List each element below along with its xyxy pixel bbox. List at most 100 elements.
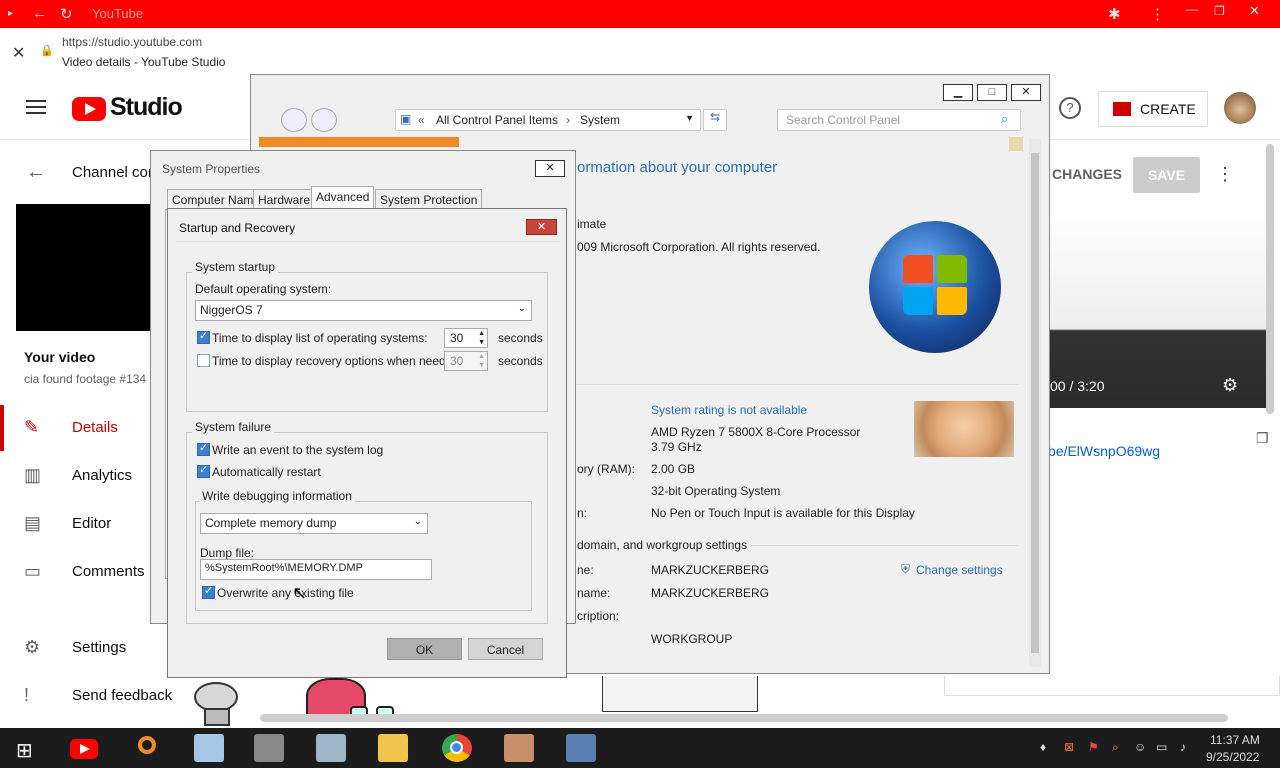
video-settings-icon[interactable]: ⚙ [1222,375,1238,396]
chrome-icon[interactable] [442,734,472,762]
tray-icon[interactable]: ⊠ [1064,740,1074,754]
breadcrumb-item[interactable]: System [580,113,620,127]
extension-icon[interactable]: ✱ [1108,5,1121,23]
default-os-select[interactable]: NiggerOS 7 ⌄ [195,300,532,321]
computer-name-label: ne: [577,563,594,577]
search-icon[interactable] [132,734,162,762]
cp-forward-icon[interactable] [311,108,337,132]
feedback-icon: ! [24,685,30,705]
display-list-checkbox[interactable] [197,329,210,344]
cp-scrollbar[interactable] [1029,139,1041,667]
undo-changes-button[interactable]: CHANGES [1052,166,1122,182]
paint-icon[interactable] [316,734,346,762]
video-preview[interactable]: 00 / 3:20 ⚙ [1048,210,1266,408]
file-explorer-icon[interactable] [378,734,408,762]
display-list-stepper[interactable]: 30 ▲ ▼ [444,328,488,348]
clock-time[interactable]: 11:37 AM [1210,733,1260,747]
address-dropdown-icon[interactable]: ▼ [685,113,694,123]
avatar[interactable] [1224,92,1256,124]
back-icon[interactable]: ← [32,5,47,22]
thumbnail-slot[interactable] [602,676,758,712]
youtube-logo-icon[interactable] [72,97,106,121]
stepper-arrows-icon[interactable]: ▲ ▼ [478,352,485,370]
network-icon[interactable]: ▭ [1156,740,1167,754]
tab-advanced[interactable]: Advanced [311,186,375,209]
tray-icon[interactable]: ☺ [1134,740,1146,754]
windows-start-icon[interactable]: ⊞ [16,738,33,763]
recovery-options-stepper[interactable]: 30 ▲ ▼ [444,351,488,371]
clock-date[interactable]: 9/25/2022 [1206,750,1259,764]
cartoon-cat-image [186,678,250,726]
tray-icon[interactable]: ♦ [1040,740,1046,754]
save-button[interactable]: SAVE [1133,157,1200,193]
menu-arrow-icon[interactable]: ▸ [8,8,13,19]
overwrite-checkbox[interactable] [202,584,215,599]
restore-icon[interactable]: ❐ [1214,4,1225,18]
sysprop-close-icon[interactable]: ✕ [535,160,565,177]
help-icon[interactable]: ? [1059,97,1081,119]
system-rating-link[interactable]: System rating is not available [651,403,807,417]
more-options-icon[interactable]: ⋮ [1216,164,1234,185]
channel-title[interactable]: Channel con [72,164,156,181]
cp-search-icon[interactable]: ⌕ [1001,111,1008,127]
create-label: CREATE [1140,101,1196,117]
horizontal-scrollbar[interactable] [260,714,1228,722]
dump-file-input[interactable]: %SystemRoot%\MEMORY.DMP [200,559,432,580]
tab-computer-name[interactable]: Computer Name [167,189,266,209]
video-thumbnail[interactable] [16,204,156,331]
cp-address-bar[interactable]: ▣ « All Control Panel Items › System ▼ [395,109,701,131]
help-book-icon[interactable] [1009,137,1023,151]
startup-recovery-dialog: Startup and Recovery ✕ System startup De… [167,208,567,678]
cp-maximize-icon[interactable]: □ [977,84,1007,101]
ok-button[interactable]: OK [387,638,462,660]
change-settings-link[interactable]: Change settings [916,563,1003,577]
volume-icon[interactable]: ♪ [1180,740,1186,754]
close-icon[interactable]: ✕ [1249,3,1260,19]
control-panel-icon: ▣ [400,112,412,126]
youtube-app-icon[interactable] [68,734,98,762]
tray-icon[interactable]: ⌕ [1112,740,1119,755]
auto-restart-checkbox[interactable] [197,463,210,478]
archive-app-icon[interactable] [504,734,534,762]
processor-speed: 3.79 GHz [651,440,702,454]
snipping-tool-icon[interactable] [194,734,224,762]
copy-icon[interactable]: ❐ [1256,430,1269,447]
breadcrumb-item[interactable]: All Control Panel Items [436,113,558,127]
cp-minimize-icon[interactable]: ▁ [943,84,973,101]
system-window-icon[interactable] [566,734,596,762]
write-event-checkbox[interactable] [197,441,210,456]
input-value: %SystemRoot%\MEMORY.DMP [205,562,363,574]
hamburger-menu-icon[interactable] [26,100,46,114]
cp-sidebar-header [259,137,459,147]
tab-hardware[interactable]: Hardware [253,189,316,209]
stepper-arrows-icon[interactable]: ▲ ▼ [478,329,485,347]
url-text[interactable]: https://studio.youtube.com [62,35,202,49]
create-button[interactable]: CREATE [1098,91,1208,127]
default-os-label: Default operating system: [195,282,332,296]
refresh-icon[interactable]: ⇆ [703,109,727,131]
close-page-icon[interactable]: ✕ [12,43,25,63]
debug-type-select[interactable]: Complete memory dump ⌄ [200,513,428,534]
close-icon[interactable]: ✕ [526,219,557,235]
video-link[interactable]: be/ElWsnpO69wg [1048,443,1160,459]
back-arrow-icon[interactable]: ← [26,161,46,184]
media-player-icon[interactable] [254,734,284,762]
tray-icon[interactable]: ⚑ [1088,740,1099,754]
sidebar-item-label: Settings [72,639,127,656]
shield-icon: ⛨ [901,562,911,576]
cp-back-icon[interactable] [281,108,307,132]
recovery-options-checkbox[interactable] [197,354,210,367]
more-vert-icon[interactable]: ⋮ [1150,5,1165,23]
breadcrumb-chevron-icon: « [418,113,425,127]
cp-heading: ormation about your computer [577,159,778,176]
tab-system-protection[interactable]: System Protection [375,189,483,209]
cp-close-icon[interactable]: ✕ [1011,84,1041,101]
cp-copyright: 009 Microsoft Corporation. All rights re… [577,240,821,254]
page-scrollbar[interactable] [1266,144,1274,414]
minimize-icon[interactable]: — [1186,2,1198,16]
write-event-label: Write an event to the system log [212,443,384,457]
cancel-button[interactable]: Cancel [468,638,543,660]
cp-search-input[interactable]: Search Control Panel [777,109,1021,131]
group-label: Write debugging information [199,489,355,503]
reload-icon[interactable]: ↻ [60,5,73,23]
